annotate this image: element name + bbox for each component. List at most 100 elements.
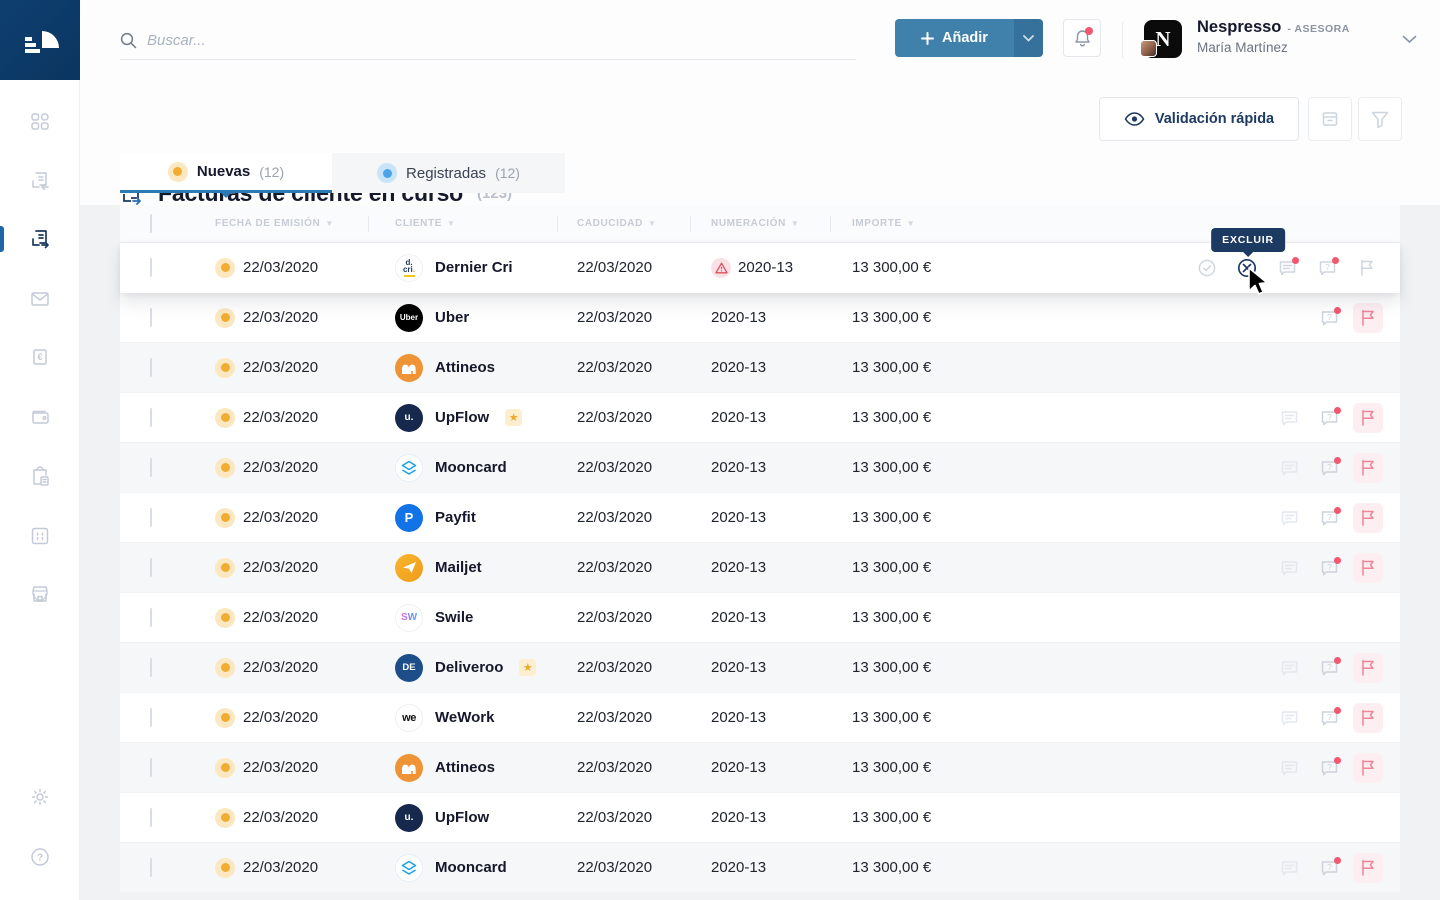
sidebar-item-store[interactable] (0, 572, 80, 616)
question-action-icon[interactable]: ? (1313, 552, 1345, 584)
account-chevron-down-icon[interactable] (1402, 31, 1417, 49)
flag-action-icon[interactable] (1353, 703, 1383, 733)
table-row[interactable]: 22/03/2020d.cri.Dernier Cri22/03/2020202… (120, 243, 1400, 293)
comment-action-icon[interactable] (1273, 402, 1305, 434)
row-checkbox[interactable] (150, 358, 152, 377)
flag-action-icon[interactable] (1353, 403, 1383, 433)
table-row[interactable]: 22/03/2020Mooncard22/03/20202020-1313 30… (120, 443, 1400, 493)
flag-action-icon[interactable] (1353, 653, 1383, 683)
question-action-icon[interactable]: ? (1311, 252, 1343, 284)
quick-validation-button[interactable]: Validación rápida (1099, 97, 1299, 141)
archive-button[interactable] (1308, 97, 1352, 141)
add-dropdown-button[interactable] (1014, 19, 1043, 57)
table-row[interactable]: 22/03/2020Attineos22/03/20202020-1313 30… (120, 343, 1400, 393)
column-header-cliente[interactable]: CLIENTE▼ (395, 218, 577, 229)
row-checkbox[interactable] (150, 858, 152, 877)
client-name: Attineos (435, 359, 495, 376)
question-action-icon[interactable]: ? (1313, 702, 1345, 734)
comment-action-icon[interactable] (1273, 852, 1305, 884)
row-checkbox[interactable] (150, 808, 152, 827)
notification-dot (1334, 307, 1342, 315)
flag-action-icon[interactable] (1353, 753, 1383, 783)
sidebar-item-dashboard[interactable] (0, 99, 80, 143)
question-action-icon[interactable]: ? (1313, 452, 1345, 484)
sidebar-item-keypad[interactable] (0, 514, 80, 558)
flag-action-icon[interactable] (1353, 853, 1383, 883)
tab-registradas[interactable]: Registradas (12) (332, 153, 565, 193)
sidebar-item-help[interactable]: ? (0, 835, 80, 879)
clipboard-calc-icon (29, 466, 51, 488)
table-row[interactable]: 22/03/2020SWSwile22/03/20202020-1313 300… (120, 593, 1400, 643)
table-row[interactable]: 22/03/2020weWeWork22/03/20202020-1313 30… (120, 693, 1400, 743)
notification-dot (1334, 857, 1342, 865)
table-row[interactable]: 22/03/2020Attineos22/03/20202020-1313 30… (120, 743, 1400, 793)
table-row[interactable]: 22/03/2020UberUber22/03/20202020-1313 30… (120, 293, 1400, 343)
question-action-icon[interactable]: ? (1313, 652, 1345, 684)
filter-button[interactable] (1358, 97, 1402, 141)
row-checkbox[interactable] (150, 708, 152, 727)
cell-importe: 13 300,00 € (852, 709, 992, 726)
cell-fecha: 22/03/2020 (215, 708, 395, 728)
search-field[interactable] (120, 22, 856, 60)
question-action-icon[interactable]: ? (1313, 402, 1345, 434)
cell-cliente: Attineos (395, 354, 577, 382)
flag-action-icon[interactable] (1353, 553, 1383, 583)
row-checkbox[interactable] (150, 758, 152, 777)
row-checkbox[interactable] (150, 508, 152, 527)
flag-action-icon[interactable] (1353, 453, 1383, 483)
comment-action-icon[interactable] (1271, 252, 1303, 284)
search-input[interactable] (147, 32, 797, 49)
column-header-importe[interactable]: IMPORTE▼ (852, 218, 992, 229)
tab-nuevas[interactable]: Nuevas (12) (120, 153, 332, 193)
row-checkbox[interactable] (150, 458, 152, 477)
client-logo-swile: SW (395, 604, 423, 632)
sidebar-item-clipboard-calc[interactable] (0, 455, 80, 499)
row-checkbox[interactable] (150, 658, 152, 677)
flag-action-icon[interactable] (1353, 503, 1383, 533)
comment-action-icon[interactable] (1273, 702, 1305, 734)
cell-cliente: weWeWork (395, 704, 577, 732)
client-logo-attineos (395, 754, 423, 782)
comment-action-icon[interactable] (1273, 652, 1305, 684)
sidebar-item-mail[interactable] (0, 277, 80, 321)
question-action-icon[interactable]: ? (1313, 302, 1345, 334)
question-action-icon[interactable]: ? (1313, 502, 1345, 534)
svg-text:?: ? (1327, 312, 1332, 322)
comment-action-icon[interactable] (1273, 452, 1305, 484)
select-all-checkbox[interactable] (150, 214, 152, 233)
app-logo[interactable] (0, 0, 80, 80)
check-action-icon[interactable] (1191, 252, 1223, 284)
row-checkbox[interactable] (150, 308, 152, 327)
table-row[interactable]: 22/03/2020Mooncard22/03/20202020-1313 30… (120, 843, 1400, 893)
table-row[interactable]: 22/03/2020PPayfit22/03/20202020-1313 300… (120, 493, 1400, 543)
add-button[interactable]: Añadir (895, 19, 1043, 57)
table-row[interactable]: 22/03/2020Mailjet22/03/20202020-1313 300… (120, 543, 1400, 593)
cell-fecha: 22/03/2020 (215, 808, 395, 828)
client-name: Swile (435, 609, 473, 626)
comment-action-icon[interactable] (1273, 502, 1305, 534)
sidebar-item-invoices-in[interactable] (0, 159, 80, 203)
row-checkbox[interactable] (150, 408, 152, 427)
question-action-icon[interactable]: ? (1313, 752, 1345, 784)
add-button-main[interactable]: Añadir (895, 19, 1014, 57)
column-divider (368, 216, 369, 232)
new-status-dot (215, 658, 235, 678)
table-row[interactable]: 22/03/2020u.UpFlow22/03/20202020-1313 30… (120, 793, 1400, 843)
comment-action-icon[interactable] (1273, 752, 1305, 784)
sidebar-item-settings[interactable] (0, 775, 80, 819)
row-checkbox[interactable] (150, 608, 152, 627)
sidebar-item-receipt-euro[interactable]: € (0, 335, 80, 379)
table-row[interactable]: 22/03/2020u.UpFlow★22/03/20202020-1313 3… (120, 393, 1400, 443)
table-row[interactable]: 22/03/2020DEDeliveroo★22/03/20202020-131… (120, 643, 1400, 693)
flag-action-icon[interactable] (1351, 252, 1383, 284)
comment-action-icon[interactable] (1273, 552, 1305, 584)
flag-action-icon[interactable] (1353, 303, 1383, 333)
tab-nuevas-dot (168, 162, 188, 182)
sidebar-item-wallet[interactable] (0, 395, 80, 439)
row-actions: ? (992, 552, 1383, 584)
sidebar-item-invoices-out[interactable] (0, 217, 80, 261)
row-checkbox[interactable] (150, 558, 152, 577)
question-action-icon[interactable]: ? (1313, 852, 1345, 884)
notifications-button[interactable] (1063, 19, 1101, 57)
row-checkbox[interactable] (150, 258, 152, 277)
